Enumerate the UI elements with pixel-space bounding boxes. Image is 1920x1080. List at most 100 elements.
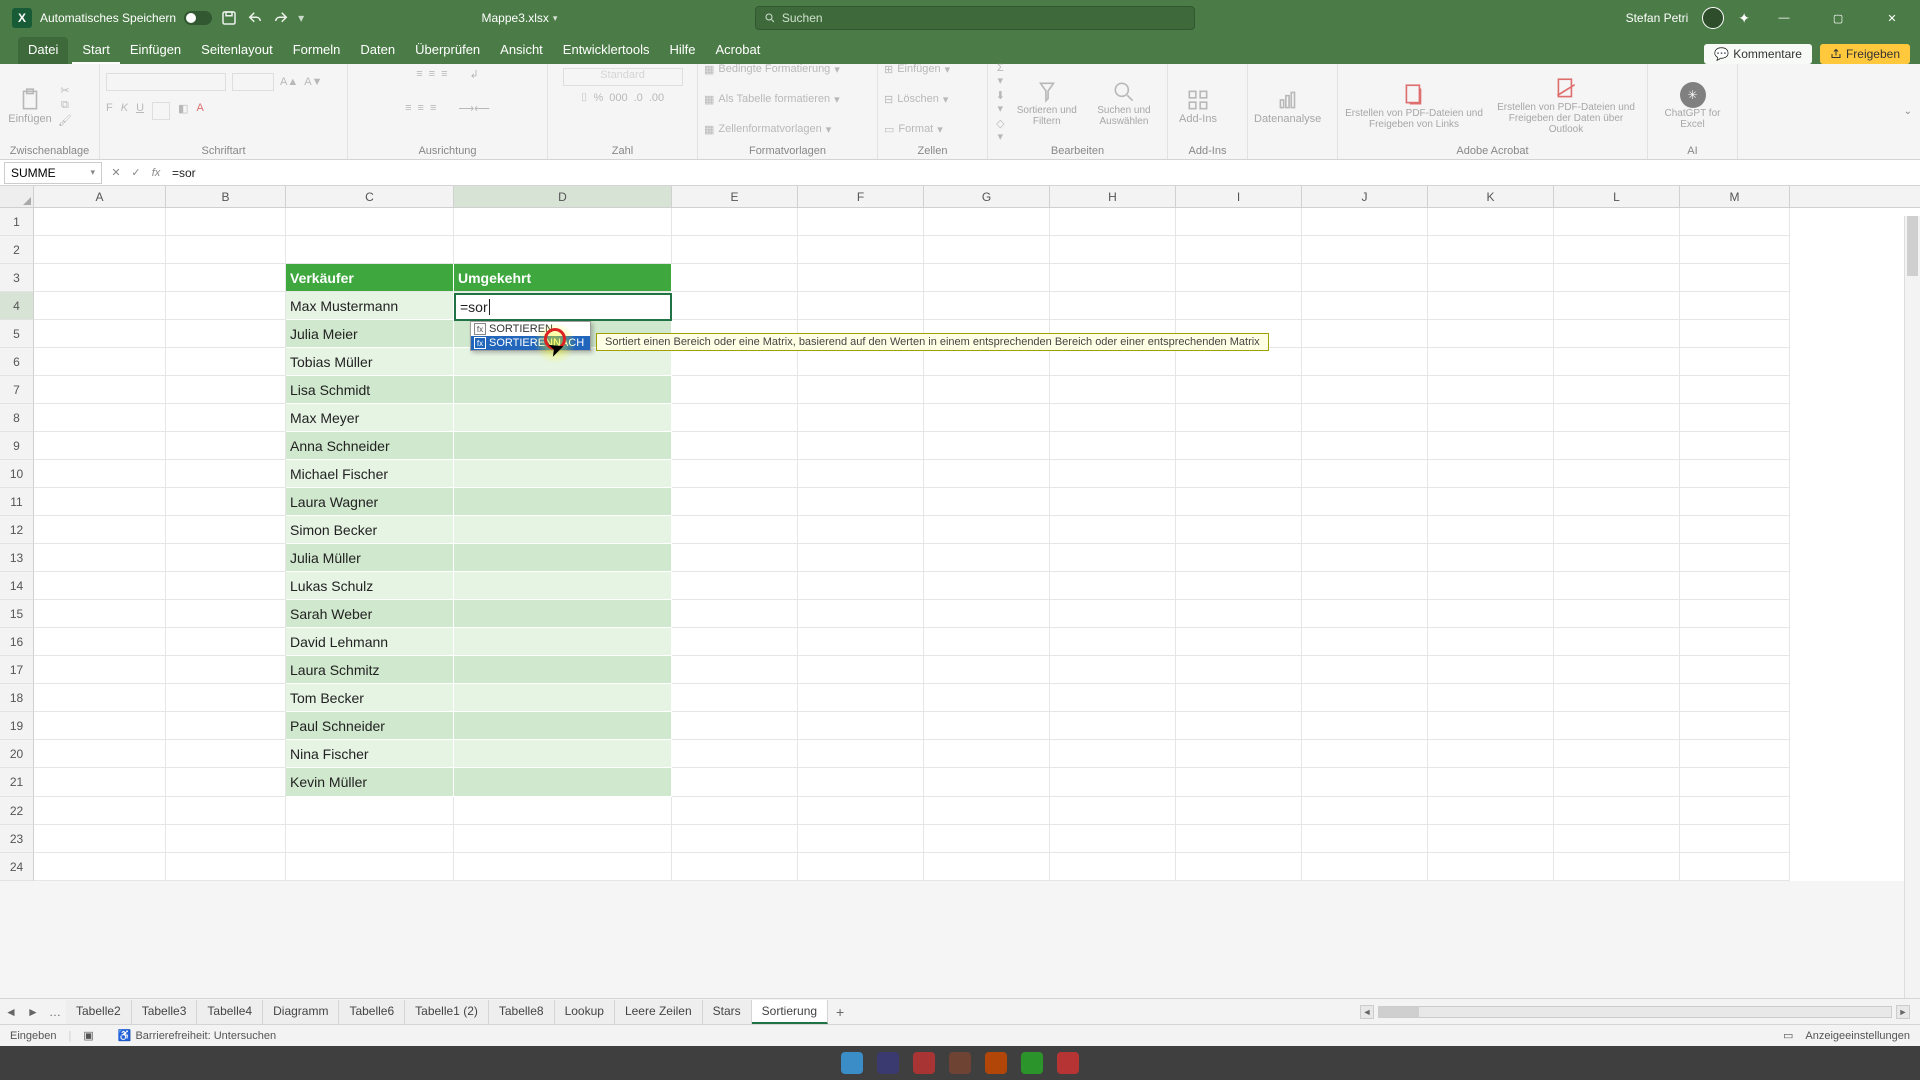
cell[interactable] bbox=[454, 628, 672, 656]
clear-icon[interactable]: ◇ ▾ bbox=[994, 117, 1007, 143]
cell[interactable] bbox=[924, 376, 1050, 404]
cell[interactable] bbox=[34, 740, 166, 768]
cell[interactable] bbox=[1176, 348, 1302, 376]
cell[interactable]: Umgekehrt bbox=[454, 264, 672, 292]
cell[interactable] bbox=[1554, 320, 1680, 348]
cell[interactable] bbox=[34, 544, 166, 572]
cell[interactable] bbox=[672, 656, 798, 684]
sheet-nav-prev[interactable]: ◄ bbox=[0, 1005, 22, 1019]
cell[interactable] bbox=[166, 825, 286, 853]
cell[interactable] bbox=[1428, 320, 1554, 348]
cell[interactable] bbox=[1680, 460, 1790, 488]
autosave-toggle[interactable] bbox=[184, 11, 212, 25]
cell[interactable] bbox=[1302, 628, 1428, 656]
cell[interactable] bbox=[672, 460, 798, 488]
cell[interactable] bbox=[1554, 264, 1680, 292]
col-header[interactable]: D bbox=[454, 186, 672, 207]
cell[interactable] bbox=[454, 600, 672, 628]
tab-formeln[interactable]: Formeln bbox=[283, 37, 351, 64]
decrease-font-icon[interactable]: A▼ bbox=[304, 76, 322, 88]
cell[interactable] bbox=[454, 825, 672, 853]
cell[interactable] bbox=[1050, 376, 1176, 404]
cell[interactable] bbox=[1680, 825, 1790, 853]
cell[interactable] bbox=[1050, 825, 1176, 853]
cell[interactable] bbox=[924, 572, 1050, 600]
cell[interactable] bbox=[798, 488, 924, 516]
cell[interactable] bbox=[672, 348, 798, 376]
sheet-tab[interactable]: Diagramm bbox=[263, 1000, 339, 1024]
cells-delete-button[interactable]: ⊟ Löschen ▾ bbox=[884, 85, 950, 113]
cell[interactable] bbox=[1554, 768, 1680, 797]
row-header[interactable]: 3 bbox=[0, 264, 34, 292]
row-header[interactable]: 19 bbox=[0, 712, 34, 740]
cell[interactable] bbox=[798, 740, 924, 768]
row-header[interactable]: 11 bbox=[0, 488, 34, 516]
cell[interactable] bbox=[672, 208, 798, 236]
collapse-ribbon-icon[interactable]: ⌄ bbox=[1904, 106, 1912, 117]
cell[interactable] bbox=[1176, 684, 1302, 712]
font-color-icon[interactable]: A bbox=[196, 102, 203, 130]
comments-button[interactable]: 💬 Kommentare bbox=[1704, 44, 1812, 64]
save-icon[interactable] bbox=[220, 9, 238, 27]
cell[interactable] bbox=[1050, 797, 1176, 825]
cell[interactable] bbox=[1050, 516, 1176, 544]
cell[interactable] bbox=[1554, 853, 1680, 881]
cell[interactable] bbox=[1680, 572, 1790, 600]
wrap-text-icon[interactable]: ↲ bbox=[470, 68, 479, 96]
cell[interactable] bbox=[1176, 740, 1302, 768]
cell[interactable] bbox=[798, 572, 924, 600]
cell[interactable] bbox=[1302, 684, 1428, 712]
accept-formula-button[interactable]: ✓ bbox=[126, 166, 146, 179]
cell[interactable] bbox=[1050, 348, 1176, 376]
window-maximize-button[interactable]: ▢ bbox=[1818, 0, 1858, 36]
cell[interactable] bbox=[924, 740, 1050, 768]
tab-daten[interactable]: Daten bbox=[350, 37, 405, 64]
cell[interactable] bbox=[1176, 208, 1302, 236]
datenanalyse-button[interactable]: Datenanalyse bbox=[1254, 87, 1321, 125]
cell[interactable] bbox=[1680, 376, 1790, 404]
window-close-button[interactable]: ✕ bbox=[1872, 0, 1912, 36]
cell[interactable] bbox=[924, 264, 1050, 292]
cell[interactable] bbox=[798, 348, 924, 376]
cell[interactable] bbox=[672, 628, 798, 656]
cell[interactable] bbox=[1176, 264, 1302, 292]
display-settings-label[interactable]: Anzeigeeinstellungen bbox=[1805, 1030, 1910, 1042]
sheet-tab[interactable]: Tabelle2 bbox=[66, 1000, 132, 1024]
taskbar-app-icon[interactable] bbox=[949, 1052, 971, 1074]
cell[interactable] bbox=[1554, 432, 1680, 460]
cell[interactable] bbox=[454, 432, 672, 460]
tab-einfuegen[interactable]: Einfügen bbox=[120, 37, 191, 64]
cell[interactable]: Max Meyer bbox=[286, 404, 454, 432]
cell[interactable] bbox=[1050, 740, 1176, 768]
addins-button[interactable]: Add-Ins bbox=[1174, 87, 1222, 125]
cell[interactable] bbox=[672, 825, 798, 853]
col-header[interactable]: A bbox=[34, 186, 166, 207]
cell[interactable] bbox=[1050, 768, 1176, 797]
cell[interactable] bbox=[1050, 488, 1176, 516]
cell[interactable] bbox=[1176, 488, 1302, 516]
copy-icon[interactable]: ⧉ bbox=[58, 99, 72, 112]
cell[interactable] bbox=[454, 460, 672, 488]
cell[interactable] bbox=[1176, 544, 1302, 572]
row-header[interactable]: 15 bbox=[0, 600, 34, 628]
cell[interactable] bbox=[924, 853, 1050, 881]
align-bottom-icon[interactable]: ≡ bbox=[441, 68, 447, 96]
cell[interactable] bbox=[1554, 236, 1680, 264]
cell[interactable] bbox=[1428, 516, 1554, 544]
cell[interactable] bbox=[798, 656, 924, 684]
cell[interactable] bbox=[1428, 236, 1554, 264]
row-header[interactable]: 6 bbox=[0, 348, 34, 376]
cell[interactable] bbox=[1302, 320, 1428, 348]
thousands-icon[interactable]: 000 bbox=[609, 92, 627, 120]
sheet-tab[interactable]: Tabelle6 bbox=[339, 1000, 405, 1024]
cell[interactable] bbox=[454, 404, 672, 432]
cells-format-button[interactable]: ▭ Format ▾ bbox=[884, 115, 950, 143]
cell[interactable] bbox=[454, 712, 672, 740]
taskbar-app-icon[interactable] bbox=[877, 1052, 899, 1074]
cell[interactable] bbox=[1050, 432, 1176, 460]
cell[interactable] bbox=[454, 684, 672, 712]
col-header[interactable]: J bbox=[1302, 186, 1428, 207]
cell[interactable] bbox=[454, 376, 672, 404]
cell[interactable] bbox=[166, 712, 286, 740]
cell[interactable] bbox=[1176, 768, 1302, 797]
